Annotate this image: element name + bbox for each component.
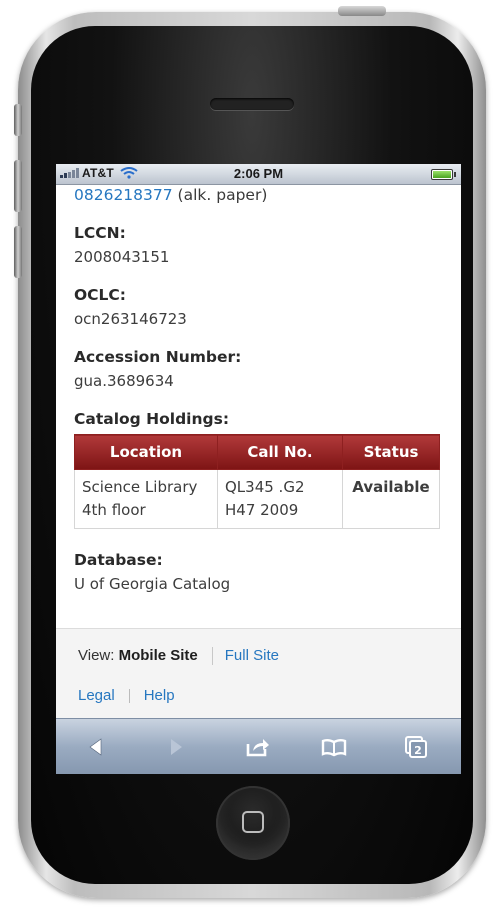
database-field: Database: U of Georgia Catalog (74, 551, 444, 593)
mobile-site-label: Mobile Site (118, 647, 198, 664)
call-number-line: H47 2009 (225, 501, 299, 519)
holdings-label: Catalog Holdings: (74, 410, 230, 428)
location-line: 4th floor (82, 501, 146, 519)
database-label: Database: (74, 551, 163, 569)
tabs-icon: 2 (405, 736, 427, 758)
location-line: Science Library (82, 478, 198, 496)
share-button[interactable] (242, 732, 274, 762)
holdings-table: Location Call No. Status Science Library… (74, 434, 440, 529)
earpiece-speaker (210, 98, 294, 110)
bookmarks-button[interactable] (318, 732, 350, 762)
oclc-value: ocn263146723 (74, 310, 187, 328)
safari-toolbar: 2 (56, 718, 461, 774)
accession-value: gua.3689634 (74, 372, 174, 390)
column-header-call-number: Call No. (217, 434, 343, 470)
mute-switch (14, 104, 22, 136)
divider (211, 647, 213, 666)
lccn-field: LCCN: 2008043151 (74, 224, 444, 266)
column-header-status: Status (342, 434, 440, 470)
forward-arrow-icon (171, 739, 182, 755)
power-button (338, 6, 386, 16)
isbn-line: 0826218377 (alk. paper) (74, 186, 444, 204)
isbn-note: (alk. paper) (172, 186, 268, 204)
accession-field: Accession Number: gua.3689634 (74, 348, 444, 390)
tabs-count: 2 (414, 744, 422, 757)
bookmarks-icon (321, 739, 347, 757)
phone-screen: AT&T 2:06 PM 0826218377 (alk. paper) LCC… (56, 164, 461, 774)
home-button[interactable] (216, 786, 290, 860)
record-details: 0826218377 (alk. paper) LCCN: 2008043151… (74, 186, 444, 593)
view-switcher: View: Mobile Site Full Site (78, 647, 279, 666)
location-cell: Science Library 4th floor (74, 469, 218, 529)
site-footer: View: Mobile Site Full Site Legal Help (56, 628, 461, 719)
home-square-icon (242, 811, 264, 833)
footer-links: Legal Help (78, 687, 175, 704)
lccn-link[interactable]: 2008043151 (74, 248, 444, 266)
forward-button[interactable] (160, 732, 192, 762)
back-arrow-icon (89, 738, 102, 756)
database-value: U of Georgia Catalog (74, 575, 231, 593)
holdings-field: Catalog Holdings: Location Call No. Stat… (74, 410, 444, 529)
status-bar: AT&T 2:06 PM (56, 164, 461, 185)
share-icon (246, 739, 269, 757)
status-cell: Available (342, 469, 440, 529)
status-time: 2:06 PM (233, 166, 284, 181)
oclc-field: OCLC: ocn263146723 (74, 286, 444, 328)
column-header-location: Location (74, 434, 218, 470)
volume-down-button (14, 226, 22, 278)
holdings-header-row: Location Call No. Status (74, 434, 440, 470)
divider (128, 689, 130, 704)
tabs-button[interactable]: 2 (400, 732, 432, 762)
lccn-label: LCCN: (74, 224, 126, 242)
table-row: Science Library 4th floor QL345 .G2 H47 20… (74, 469, 440, 529)
isbn-link[interactable]: 0826218377 (74, 186, 173, 204)
call-number-cell: QL345 .G2 H47 2009 (217, 469, 343, 529)
view-prefix: View: (78, 647, 119, 664)
battery-icon (431, 169, 456, 180)
call-number-line: QL345 .G2 (225, 478, 305, 496)
oclc-label: OCLC: (74, 286, 127, 304)
accession-label: Accession Number: (74, 348, 242, 366)
legal-link[interactable]: Legal (78, 687, 115, 704)
back-button[interactable] (80, 732, 112, 762)
volume-up-button (14, 160, 22, 212)
full-site-link[interactable]: Full Site (225, 647, 279, 664)
help-link[interactable]: Help (144, 687, 175, 704)
